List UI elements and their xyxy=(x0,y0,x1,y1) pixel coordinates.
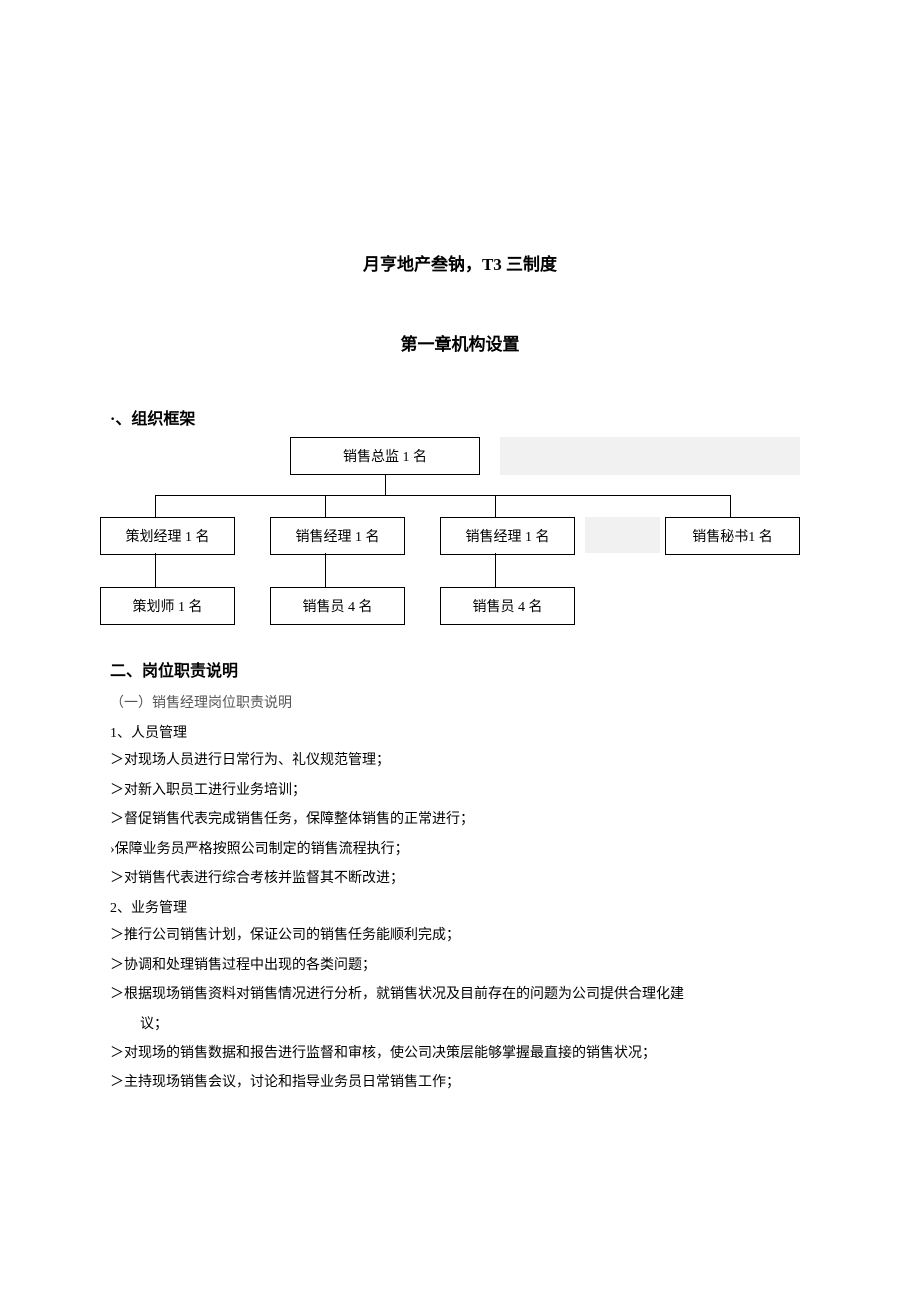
section-heading-duties: 二、岗位职责说明 xyxy=(110,657,810,681)
section-heading-org: ·、组织框架 xyxy=(110,405,810,429)
org-line xyxy=(325,553,326,587)
org-line xyxy=(325,495,326,517)
org-line xyxy=(155,495,730,496)
item-personnel-mgmt: 1、人员管理 xyxy=(110,722,810,742)
bullet-line: ›保障业务员严格按照公司制定的销售流程执行； xyxy=(110,835,810,864)
bullet-line: ＞主持现场销售会议，讨论和指导业务员日常销售工作； xyxy=(110,1068,810,1097)
org-line xyxy=(495,553,496,587)
org-chart: 销售总监 1 名 策划经理 1 名 销售经理 1 名 销售经理 1 名 销售秘书… xyxy=(110,437,810,637)
org-box-sales-manager-2: 销售经理 1 名 xyxy=(440,517,575,555)
bullet-line: ＞对新入职员工进行业务培训； xyxy=(110,776,810,805)
org-box-sales-manager-1: 销售经理 1 名 xyxy=(270,517,405,555)
org-line xyxy=(155,553,156,587)
org-box-planning-manager: 策划经理 1 名 xyxy=(100,517,235,555)
document-title: 月亨地产叁钠，T3 三制度 xyxy=(110,250,810,275)
subsection-sales-manager: （一）销售经理岗位职责说明 xyxy=(110,689,810,718)
org-box-sales-secretary: 销售秘书1 名 xyxy=(665,517,800,555)
item-business-mgmt: 2、业务管理 xyxy=(110,897,810,917)
org-line xyxy=(155,495,156,517)
org-box-salesperson-2: 销售员 4 名 xyxy=(440,587,575,625)
bullet-line: ＞对销售代表进行综合考核并监督其不断改进； xyxy=(110,864,810,893)
org-phantom-row1 xyxy=(585,517,660,553)
org-line xyxy=(495,495,496,517)
org-line xyxy=(730,495,731,517)
org-box-salesperson-1: 销售员 4 名 xyxy=(270,587,405,625)
bullet-line: ＞对现场人员进行日常行为、礼仪规范管理； xyxy=(110,746,810,775)
chapter-title: 第一章机构设置 xyxy=(110,330,810,355)
bullet-line: ＞督促销售代表完成销售任务，保障整体销售的正常进行； xyxy=(110,805,810,834)
bullet-line-cont: 议； xyxy=(110,1010,810,1039)
document-page: 月亨地产叁钠，T3 三制度 第一章机构设置 ·、组织框架 销售总监 1 名 策划… xyxy=(0,0,920,1098)
bullet-line: ＞推行公司销售计划，保证公司的销售任务能顺利完成； xyxy=(110,921,810,950)
bullet-line: ＞根据现场销售资料对销售情况进行分析，就销售状况及目前存在的问题为公司提供合理化… xyxy=(110,980,810,1009)
org-phantom-top xyxy=(500,437,800,475)
bullet-line: ＞协调和处理销售过程中出现的各类问题； xyxy=(110,951,810,980)
org-box-planner: 策划师 1 名 xyxy=(100,587,235,625)
bullet-line: ＞对现场的销售数据和报告进行监督和审核，使公司决策层能够掌握最直接的销售状况； xyxy=(110,1039,810,1068)
org-line xyxy=(385,475,386,495)
org-box-director: 销售总监 1 名 xyxy=(290,437,480,475)
